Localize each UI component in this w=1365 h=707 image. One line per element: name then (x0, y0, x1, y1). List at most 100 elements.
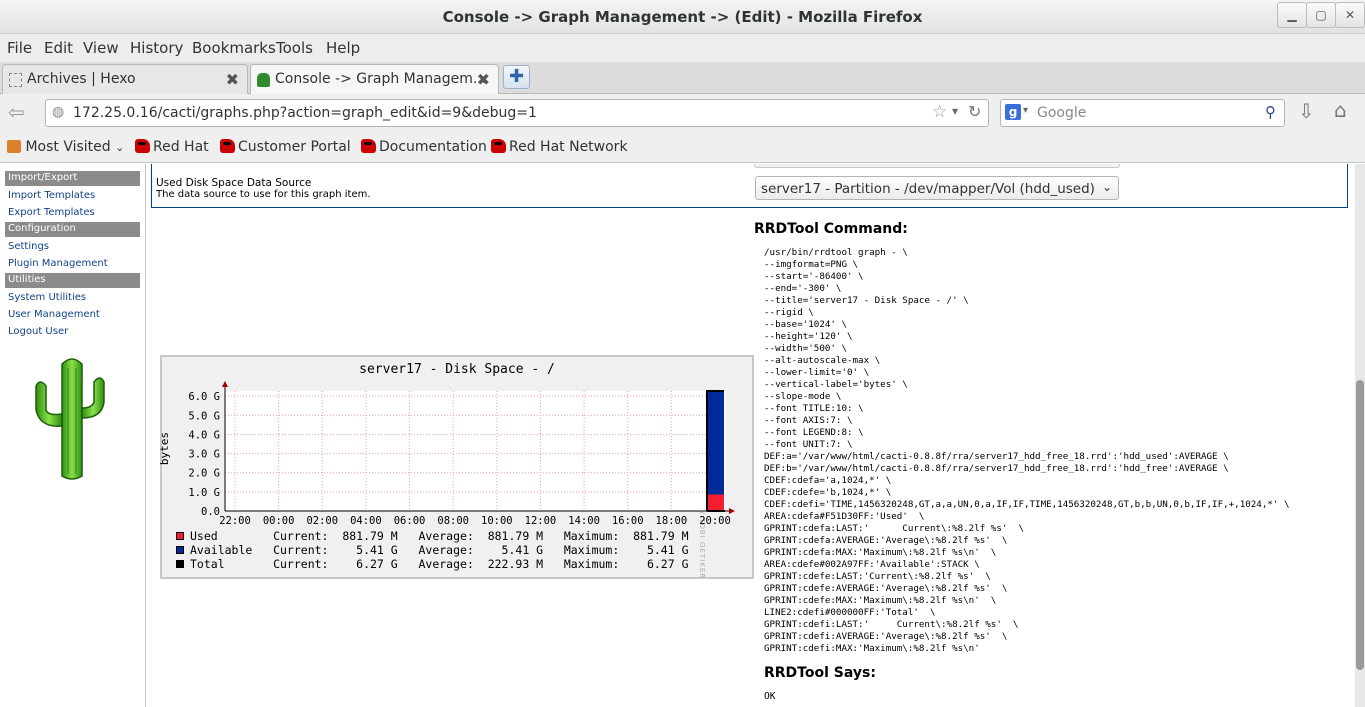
minimize-button[interactable]: ▁ (1277, 2, 1307, 28)
menu-bar: File Edit View History Bookmarks Tools H… (0, 34, 1365, 62)
area-used (707, 494, 724, 511)
sidebar-link-plugin-management[interactable]: Plugin Management (8, 258, 108, 269)
rrdtool-command-line: GPRINT:cdefe:MAX:'Maximum\:%8.2lf %s\n' … (764, 595, 997, 606)
rrdtool-command-line: AREA:cdefe#002A97FF:'Available':STACK \ (764, 559, 980, 570)
legend-swatch (176, 560, 184, 568)
url-bar[interactable]: ◍ 172.25.0.16/cacti/graphs.php?action=gr… (45, 99, 989, 127)
menu-view[interactable]: View (83, 39, 119, 57)
engine-dropdown-icon[interactable]: ▾ (1023, 105, 1028, 116)
reload-icon[interactable]: ↻ (968, 102, 981, 121)
rrdtool-command-text: /usr/bin/rrdtool graph - \ --imgformat=P… (764, 247, 1289, 655)
x-tick-label: 14:00 (568, 515, 600, 525)
x-tick-label: 20:00 (699, 515, 731, 525)
downloads-icon[interactable]: ⇩ (1298, 99, 1315, 123)
y-tick-label: 3.0 G (188, 449, 220, 461)
rrdtool-command-line: --base='1024' \ (764, 319, 847, 330)
rrdtool-command-line: --alt-autoscale-max \ (764, 355, 881, 366)
rrdtool-command-line: GPRINT:cdefa:MAX:'Maximum\:%8.2lf %s\n' … (764, 547, 997, 558)
menu-history[interactable]: History (130, 39, 183, 57)
y-tick-label: 1.0 G (188, 487, 220, 499)
most-visited-menu[interactable]: Most Visited ⌄ (7, 139, 124, 155)
rrdtool-says-output: OK (764, 691, 776, 702)
x-tick-label: 16:00 (612, 515, 644, 525)
rrdtool-command-title: RRDTool Command: (754, 221, 908, 237)
close-window-button[interactable]: ✕ (1335, 2, 1365, 28)
bookmark-documentation[interactable]: Documentation (361, 139, 487, 155)
rrdtool-command-line: GPRINT:cdefa:AVERAGE:'Average\:%8.2lf %s… (764, 535, 1008, 546)
rrdtool-command-line: DEF:b='/var/www/html/cacti-0.8.8f/rra/se… (764, 463, 1229, 474)
new-tab-button[interactable]: ✚ (503, 65, 530, 89)
sidebar-link-export-templates[interactable]: Export Templates (8, 207, 95, 218)
bookmark-customer-portal[interactable]: Customer Portal (220, 139, 351, 155)
legend-row-available: Available Current: 5.41 G Average: 5.41 … (176, 543, 689, 557)
navigation-bar: ⇦ ◍ 172.25.0.16/cacti/graphs.php?action=… (0, 94, 1365, 132)
data-source-select[interactable]: server17 - Partition - /dev/mapper/Vol (… (755, 176, 1119, 200)
scrollbar-thumb[interactable] (1356, 380, 1364, 670)
search-input[interactable]: Google (1037, 105, 1086, 121)
rrdtool-command-line: GPRINT:cdefi:LAST:' Current\:%8.2lf %s' … (764, 619, 1019, 630)
rrdtool-command-line: --vertical-label='bytes' \ (764, 379, 908, 390)
sidebar-link-settings[interactable]: Settings (8, 241, 49, 252)
area-available (707, 390, 724, 495)
sidebar-link-system-utilities[interactable]: System Utilities (8, 292, 86, 303)
x-tick-label: 00:00 (263, 515, 295, 525)
x-tick-label: 02:00 (306, 515, 338, 525)
google-icon[interactable]: g (1005, 104, 1021, 120)
search-icon[interactable]: ⚲ (1265, 103, 1276, 121)
cacti-logo (35, 358, 105, 480)
data-source-label: Used Disk Space Data Source (156, 177, 312, 189)
bookmark-label: Red Hat Network (509, 139, 628, 155)
page-scrollbar[interactable] (1355, 164, 1365, 707)
graph-legend: Used Current: 881.79 M Average: 881.79 M… (176, 529, 689, 571)
sidebar-head-configuration: Configuration (5, 222, 140, 237)
rrdtool-command-line: --width='500' \ (764, 343, 847, 354)
plot-background (225, 391, 725, 511)
main-panel: Used Disk Space Data Source The data sou… (146, 164, 1355, 707)
tab-archives[interactable]: Archives | Hexo ✖ (2, 64, 248, 94)
legend-text: Used Current: 881.79 M Average: 881.79 M… (190, 529, 689, 543)
home-icon[interactable]: ⌂ (1334, 98, 1347, 122)
bookmarks-toolbar: Most Visited ⌄ Red Hat Customer Portal D… (0, 132, 1365, 163)
rrdtool-command-line: --imgformat=PNG \ (764, 259, 859, 270)
close-tab-icon[interactable]: ✖ (477, 70, 490, 89)
url-dropdown-icon[interactable]: ▾ (952, 104, 958, 118)
previous-row-fragment (151, 164, 1348, 172)
rrdtool-command-line: --start='-86400' \ (764, 271, 864, 282)
rrd-graph-image: server17 - Disk Space - / bytes RRDTOOL … (158, 355, 754, 579)
back-icon[interactable]: ⇦ (8, 100, 25, 124)
menu-tools[interactable]: Tools (276, 39, 313, 57)
sidebar-link-logout-user[interactable]: Logout User (8, 326, 68, 337)
rrdtool-command-line: --title='server17 - Disk Space - /' \ (764, 295, 969, 306)
menu-bookmarks[interactable]: Bookmarks (192, 39, 276, 57)
chevron-down-icon: ⌄ (1101, 180, 1112, 194)
maximize-button[interactable]: ▢ (1306, 2, 1336, 28)
legend-row-total: Total Current: 6.27 G Average: 222.93 M … (176, 557, 689, 571)
rrdtool-command-line: CDEF:cdefe='b,1024,*' \ (764, 487, 892, 498)
bookmark-star-icon[interactable]: ☆ (932, 102, 947, 122)
page-content: Import/Export Import Templates Export Te… (0, 164, 1365, 707)
sidebar-head-import-export: Import/Export (5, 171, 140, 186)
menu-edit[interactable]: Edit (44, 39, 73, 57)
most-visited-label: Most Visited (25, 139, 111, 155)
bookmark-red-hat[interactable]: Red Hat (135, 139, 209, 155)
data-source-row: Used Disk Space Data Source The data sou… (151, 172, 1348, 208)
bookmark-red-hat-network[interactable]: Red Hat Network (491, 139, 628, 155)
legend-row-used: Used Current: 881.79 M Average: 881.79 M… (176, 529, 689, 543)
sidebar-link-import-templates[interactable]: Import Templates (8, 190, 95, 201)
y-axis-arrow (222, 381, 228, 387)
menu-file[interactable]: File (7, 39, 32, 57)
tab-console[interactable]: Console -> Graph Managem... ✖ (250, 64, 499, 94)
data-source-value: server17 - Partition - /dev/mapper/Vol (… (761, 181, 1095, 197)
previous-select-fragment (754, 164, 1120, 168)
rrdtool-command-line: --lower-limit='0' \ (764, 367, 870, 378)
data-source-label-group: Used Disk Space Data Source The data sou… (156, 177, 371, 200)
close-tab-icon[interactable]: ✖ (226, 70, 239, 89)
tab-label: Archives | Hexo (27, 71, 136, 87)
rrdtool-command-line: --end='-300' \ (764, 283, 842, 294)
search-box[interactable]: g ▾ Google ⚲ (1000, 99, 1285, 127)
tab-strip: Archives | Hexo ✖ Console -> Graph Manag… (0, 62, 1365, 94)
menu-help[interactable]: Help (326, 39, 360, 57)
sidebar-link-user-management[interactable]: User Management (8, 309, 100, 320)
rrdtool-command-line: AREA:cdefa#F51D30FF:'Used' \ (764, 511, 925, 522)
rrdtool-command-line: --font TITLE:10: \ (764, 403, 864, 414)
